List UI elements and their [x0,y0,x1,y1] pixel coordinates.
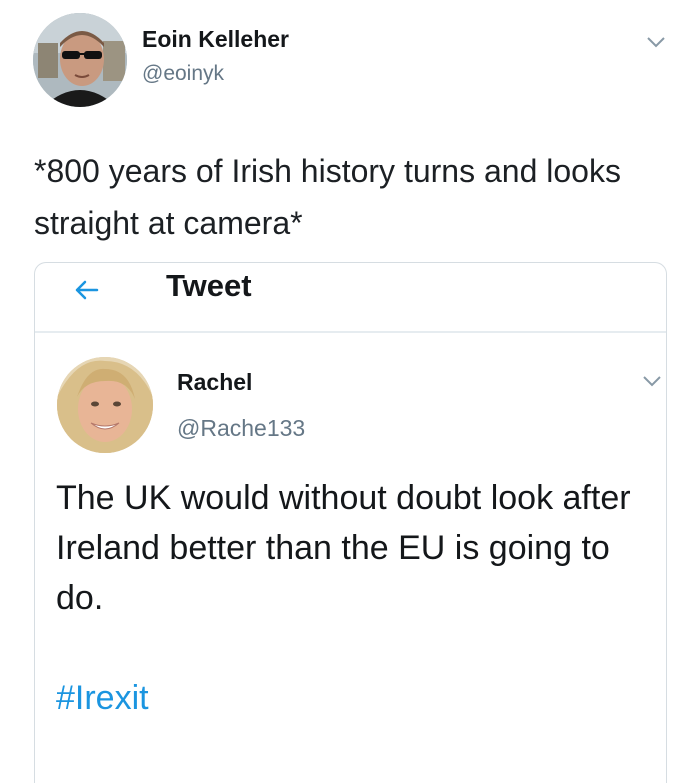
page-title: Tweet [166,268,252,303]
tweet-text: The UK would without doubt look after Ir… [56,479,631,617]
chevron-down-icon[interactable] [645,34,667,50]
author-handle[interactable]: @Rache133 [177,415,305,442]
avatar[interactable] [33,13,127,107]
author-name[interactable]: Rachel [177,369,252,396]
tweet-text: *800 years of Irish history turns and lo… [34,153,621,241]
author-name[interactable]: Eoin Kelleher [142,26,289,53]
tweet-header: Tweet [35,263,666,333]
author-handle[interactable]: @eoinyk [142,62,224,86]
outer-tweet: Eoin Kelleher @eoinyk *800 years of Iris… [0,0,700,783]
back-arrow-icon[interactable] [69,273,103,307]
quoted-screenshot: Tweet Rachel @Rache133 The UK would with… [34,262,667,783]
hashtag-link[interactable]: #Irexit [56,679,149,718]
chevron-down-icon[interactable] [641,373,663,389]
avatar[interactable] [57,357,153,453]
